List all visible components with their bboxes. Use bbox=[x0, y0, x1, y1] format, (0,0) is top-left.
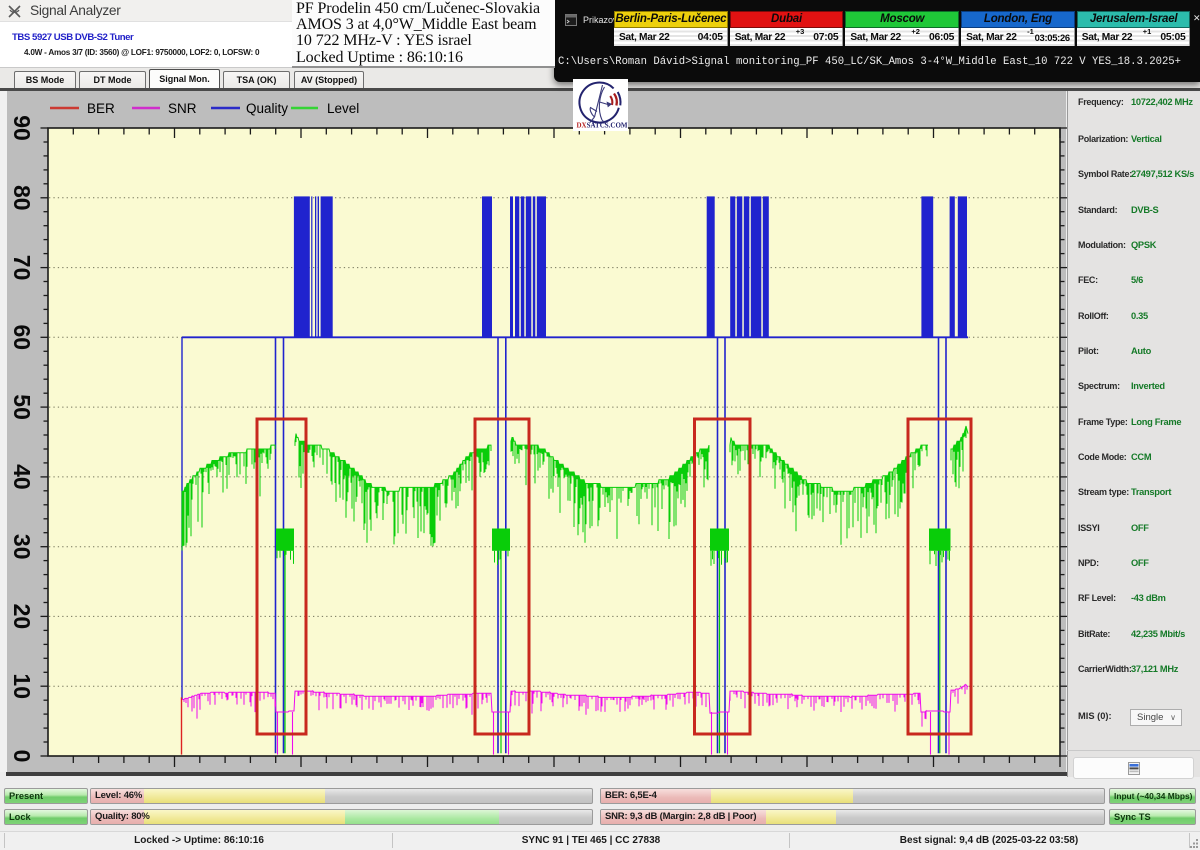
svg-text:10: 10 bbox=[9, 673, 35, 699]
svg-text:0: 0 bbox=[9, 750, 35, 763]
svg-text:SNR: SNR bbox=[168, 101, 197, 116]
svg-text:70: 70 bbox=[9, 255, 35, 281]
svg-text:40: 40 bbox=[9, 464, 35, 490]
svg-text:50: 50 bbox=[9, 394, 35, 420]
svg-text:20: 20 bbox=[9, 604, 35, 630]
svg-text:30: 30 bbox=[9, 534, 35, 560]
svg-text:60: 60 bbox=[9, 325, 35, 351]
svg-text:BER: BER bbox=[87, 101, 115, 116]
svg-text:Quality: Quality bbox=[246, 101, 288, 116]
svg-text:80: 80 bbox=[9, 185, 35, 211]
svg-text:Level: Level bbox=[327, 101, 359, 116]
svg-text:DXSATCS.COM: DXSATCS.COM bbox=[577, 122, 628, 130]
svg-text:90: 90 bbox=[9, 115, 35, 141]
